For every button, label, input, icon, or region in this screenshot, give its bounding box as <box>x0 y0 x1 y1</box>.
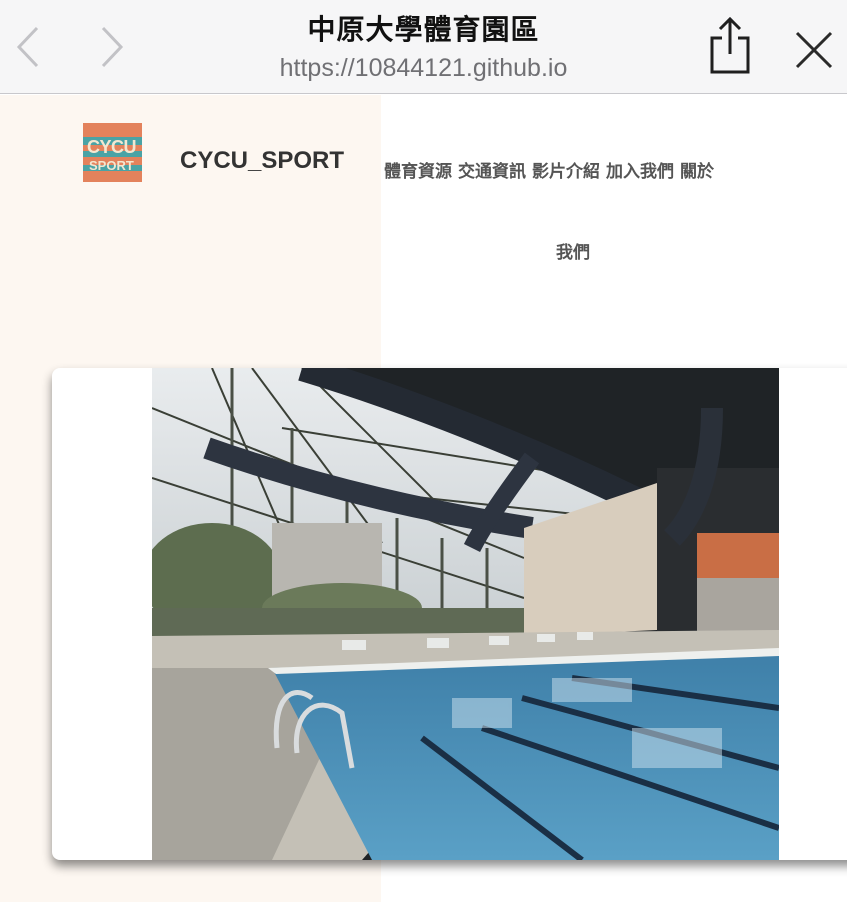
web-page: CYCU SPORT CYCU_SPORT 體育資源 交通資訊 影片介紹 加入我們 關於… <box>0 95 847 902</box>
hero-card <box>52 368 847 860</box>
page-title: 中原大學體育園區 <box>307 13 540 46</box>
chevron-right-icon <box>101 26 124 68</box>
nav-link-sports-resources[interactable]: 體育資源 <box>384 162 452 182</box>
indoor-pool-image <box>152 368 779 860</box>
address-area[interactable]: 中原大學體育園區 https://10844121.github.io <box>180 8 667 84</box>
nav-link-video-intro[interactable]: 影片介紹 <box>532 162 600 182</box>
logo-text-sport: SPORT <box>89 158 134 173</box>
main-nav: 體育資源 交通資訊 影片介紹 加入我們 關於 <box>384 157 720 182</box>
close-icon <box>795 31 833 69</box>
nav-link-transport-info[interactable]: 交通資訊 <box>458 162 526 182</box>
back-button[interactable] <box>8 24 48 70</box>
site-logo[interactable]: CYCU SPORT <box>83 123 142 182</box>
nav-link-about-wrapped[interactable]: 我們 <box>556 238 590 263</box>
nav-link-join-us[interactable]: 加入我們 <box>606 162 674 182</box>
nav-link-about[interactable]: 關於 <box>680 162 714 182</box>
logo-text-cycu: CYCU <box>87 137 137 157</box>
forward-button[interactable] <box>92 24 132 70</box>
page-url: https://10844121.github.io <box>279 54 568 82</box>
site-brand[interactable]: CYCU_SPORT <box>180 147 344 175</box>
share-icon <box>710 16 750 74</box>
chevron-left-icon <box>16 26 39 68</box>
pool-photo <box>152 368 779 860</box>
share-button[interactable] <box>702 14 758 76</box>
close-button[interactable] <box>786 22 842 78</box>
browser-toolbar: 中原大學體育園區 https://10844121.github.io <box>0 0 847 94</box>
